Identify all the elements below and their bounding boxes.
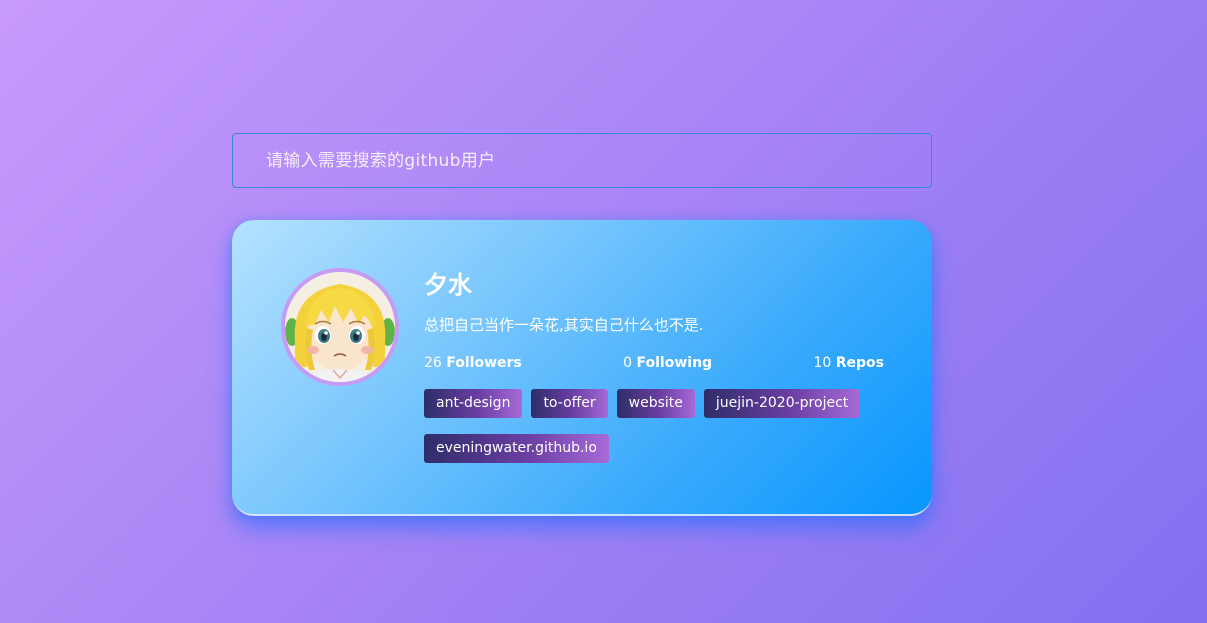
user-card: 夕水 总把自己当作一朵花,其实自己什么也不是. 26 Followers 0 F… <box>232 220 932 516</box>
stat-label: Followers <box>446 355 522 371</box>
repo-tag[interactable]: website <box>616 389 695 418</box>
repo-tag[interactable]: ant-design <box>424 389 523 418</box>
stat-label: Repos <box>835 355 884 371</box>
anime-girl-avatar-icon <box>285 272 395 382</box>
repo-tag[interactable]: juejin-2020-project <box>703 389 861 418</box>
stat-count: 0 <box>623 355 637 371</box>
user-stats: 26 Followers 0 Following 10 Repos <box>424 353 884 373</box>
stat-label: Following <box>636 355 713 371</box>
repo-tag-list: ant-design to-offer website juejin-2020-… <box>424 389 894 463</box>
avatar <box>281 268 399 386</box>
stat-repos: 10 Repos <box>813 353 884 373</box>
stat-count: 26 <box>424 355 447 371</box>
user-bio: 总把自己当作一朵花,其实自己什么也不是. <box>424 316 704 334</box>
stat-count: 10 <box>813 355 836 371</box>
profile-info: 夕水 总把自己当作一朵花,其实自己什么也不是. 26 Followers 0 F… <box>424 268 894 463</box>
user-name: 夕水 <box>424 271 472 299</box>
stat-followers: 26 Followers <box>424 353 522 373</box>
search-box[interactable] <box>232 133 932 188</box>
stat-following: 0 Following <box>623 353 712 373</box>
repo-tag[interactable]: to-offer <box>531 389 608 418</box>
repo-tag[interactable]: eveningwater.github.io <box>424 434 609 463</box>
search-input[interactable] <box>233 134 931 187</box>
